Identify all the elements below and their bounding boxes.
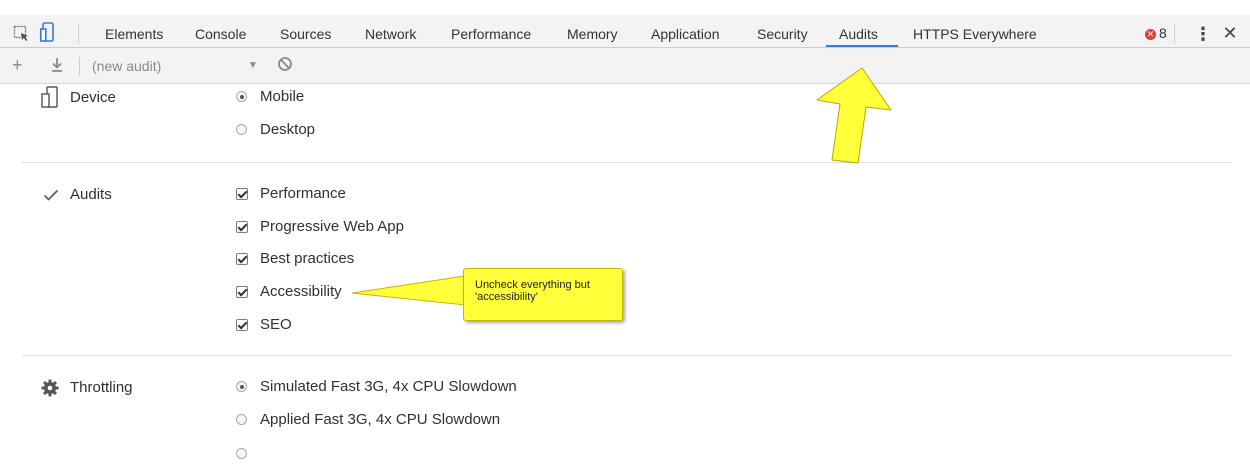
annotation-layer (351, 67, 892, 306)
annotation-arrow-up (816, 67, 892, 164)
annotation-callout: Uncheck everything but 'accessibility' (463, 268, 623, 321)
callout-pointer (351, 275, 466, 306)
